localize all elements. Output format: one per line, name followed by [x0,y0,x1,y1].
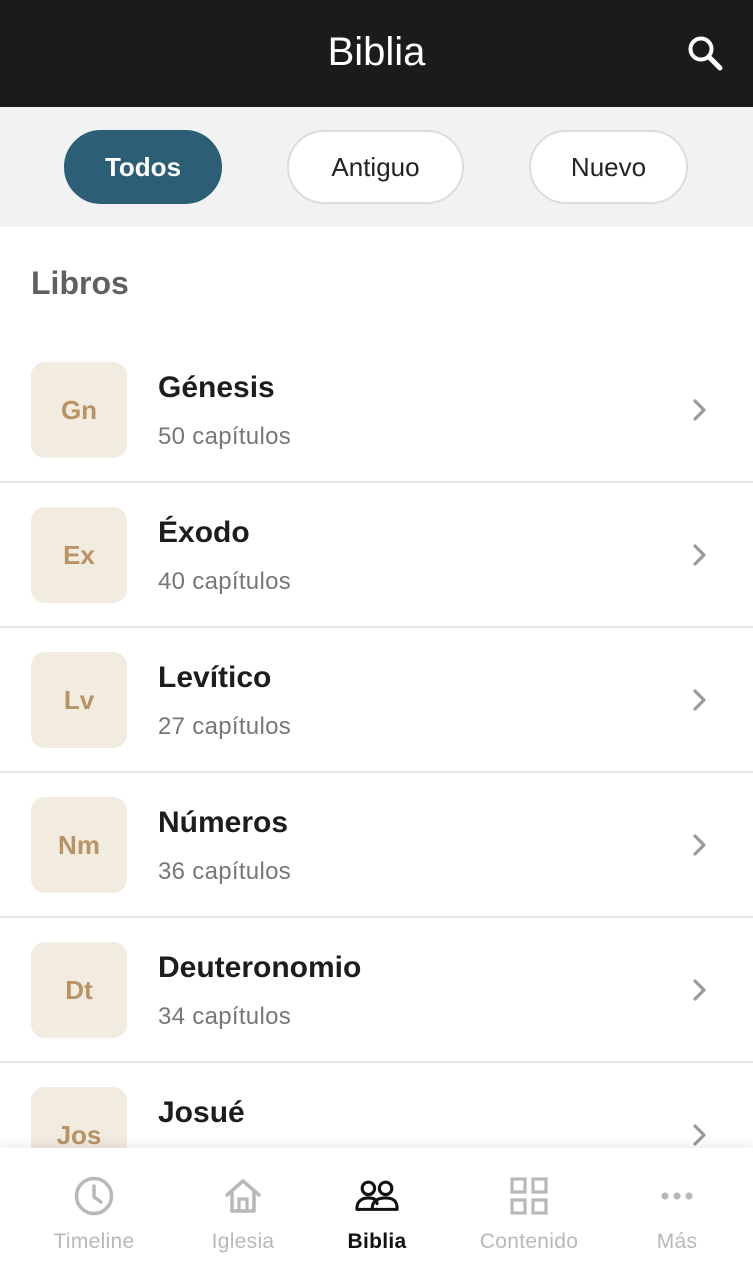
filter-bar: Todos Antiguo Nuevo [0,107,753,227]
chevron-right-icon [693,979,706,1001]
book-row-exodo[interactable]: Ex Éxodo 40 capítulos [0,483,753,628]
book-list: Gn Génesis 50 capítulos Ex Éxodo 40 capí… [0,338,753,1150]
book-name: Éxodo [158,516,250,549]
nav-item-timeline[interactable]: Timeline [19,1174,169,1274]
book-abbreviation: Lv [31,652,127,748]
filter-chip-antiguo[interactable]: Antiguo [287,130,464,204]
book-abbreviation: Jos [31,1087,127,1150]
book-chapter-count: 34 capítulos [158,1003,292,1030]
book-chapter-count: 36 capítulos [158,858,292,885]
filter-chip-nuevo[interactable]: Nuevo [529,130,688,204]
nav-label: Timeline [53,1230,135,1253]
section-title: Libros [31,265,129,301]
book-chapter-count: 40 capítulos [158,568,292,595]
filter-chip-todos[interactable]: Todos [64,130,222,204]
book-name: Josué [158,1096,245,1129]
nav-label: Biblia [347,1230,407,1253]
nav-item-biblia[interactable]: Biblia [302,1174,452,1274]
chevron-right-icon [693,399,706,421]
nav-item-contenido[interactable]: Contenido [454,1174,604,1274]
book-row-josue[interactable]: Jos Josué [0,1063,753,1150]
book-chapter-count: 50 capítulos [158,423,292,450]
book-name: Génesis [158,371,275,404]
people-icon [355,1174,399,1218]
clock-icon [72,1174,116,1218]
book-name: Números [158,806,289,839]
nav-label: Iglesia [211,1230,275,1253]
book-abbreviation: Dt [31,942,127,1038]
book-chapter-count: 27 capítulos [158,713,292,740]
book-abbreviation: Ex [31,507,127,603]
search-icon[interactable] [684,32,726,74]
more-icon [655,1174,699,1218]
nav-item-mas[interactable]: Más [602,1174,752,1274]
nav-label: Contenido [479,1230,579,1253]
chevron-right-icon [693,689,706,711]
book-row-deuteronomio[interactable]: Dt Deuteronomio 34 capítulos [0,918,753,1063]
top-app-bar: Biblia [0,0,753,107]
book-name: Deuteronomio [158,951,362,984]
chevron-right-icon [693,1124,706,1146]
nav-label: Más [656,1230,698,1253]
book-row-numeros[interactable]: Nm Números 36 capítulos [0,773,753,918]
book-abbreviation: Gn [31,362,127,458]
book-row-genesis[interactable]: Gn Génesis 50 capítulos [0,338,753,483]
home-icon [221,1174,265,1218]
book-name: Levítico [158,661,272,694]
book-abbreviation: Nm [31,797,127,893]
bottom-navigation: Timeline Iglesia Biblia Contenido Más [0,1148,753,1280]
chevron-right-icon [693,544,706,566]
grid-icon [507,1174,551,1218]
nav-item-iglesia[interactable]: Iglesia [168,1174,318,1274]
chevron-right-icon [693,834,706,856]
page-title: Biblia [327,30,426,74]
book-row-levitico[interactable]: Lv Levítico 27 capítulos [0,628,753,773]
